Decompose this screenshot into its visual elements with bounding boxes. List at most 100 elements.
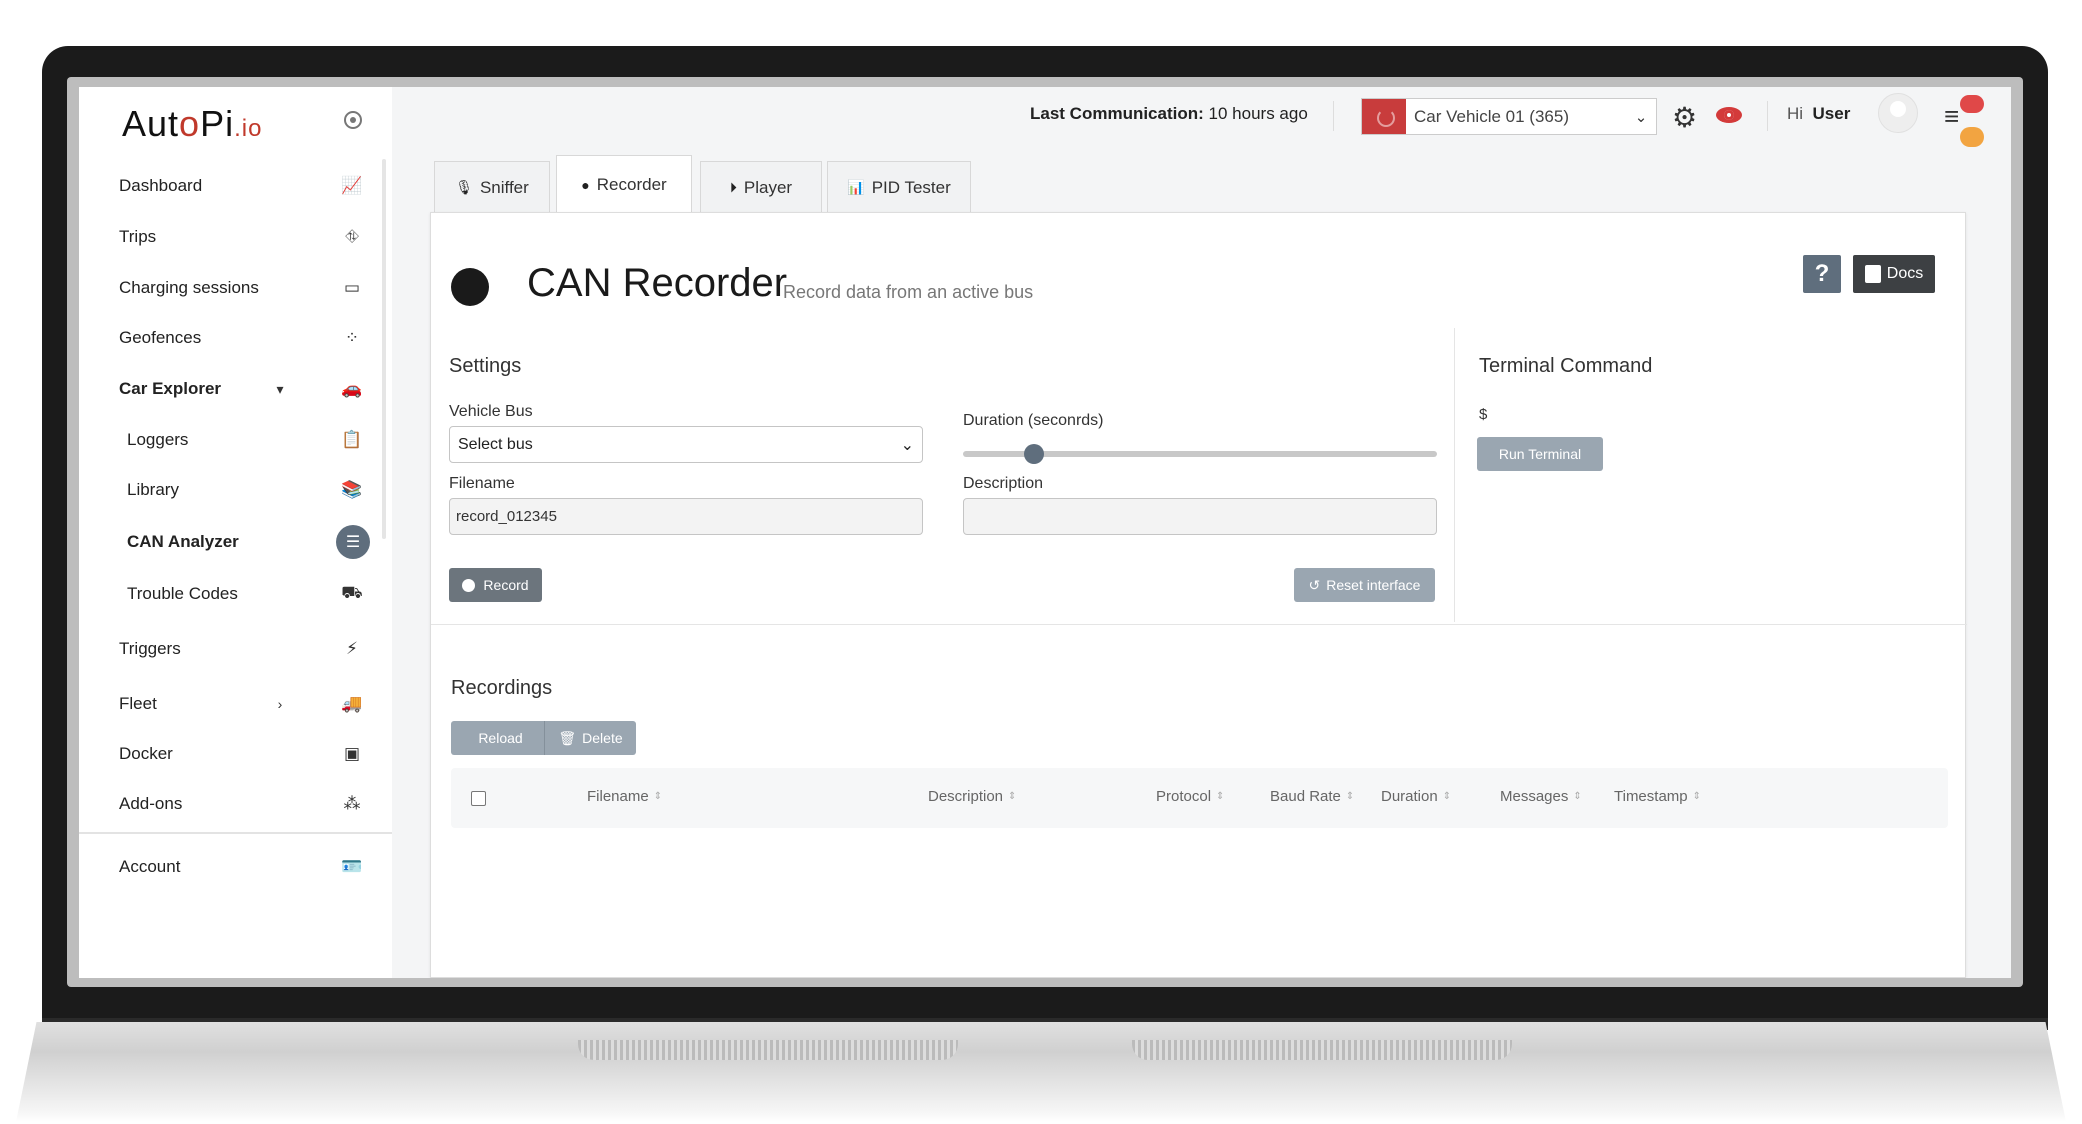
duration-slider-handle[interactable] [1024,444,1045,464]
filename-input[interactable]: record_012345 [449,498,923,535]
book-icon [1864,265,1881,283]
sidebar-item-label: CAN Analyzer [127,532,239,551]
speaker-grille-right [1132,1040,1512,1060]
vehicle-bus-select[interactable]: Select bus ⌄ [449,426,923,463]
sidebar-item-loggers[interactable]: Loggers 📋 [127,420,364,460]
map-marker-icon: ⛗ [345,227,359,246]
recordings-toolbar: Reload 🗑 Delete [451,721,636,755]
sidebar-item-can-analyzer[interactable]: CAN Analyzer ☰ [127,522,370,562]
sort-icon: ⇕ [1216,790,1225,802]
column-baud-rate[interactable]: Baud Rate ⇕ [1270,788,1354,805]
notifications-menu-icon[interactable]: ≡ [1944,101,1959,132]
alert-badge[interactable] [1960,95,1984,113]
download-badge[interactable] [1960,127,1984,147]
sort-icon: ⇕ [1345,790,1355,802]
chart-line-icon: 📈 [341,176,363,195]
sidebar: AutoPi.io Dashboard 📈 Trips ⛗ Charging s… [79,87,392,978]
sidebar-divider [79,832,392,834]
laptop-base [16,1022,2066,1122]
column-label: Duration [1381,788,1438,805]
column-messages[interactable]: Messages ⇕ [1500,788,1582,805]
gear-icon[interactable]: ⚙ [1672,101,1697,134]
sidebar-item-label: Dashboard [119,176,203,195]
avatar[interactable] [1878,93,1918,133]
sidebar-item-geofences[interactable]: Geofences ⁘ [119,318,364,358]
speaker-grille-left [578,1040,958,1060]
reset-button-label: Reset interface [1326,577,1421,593]
reload-label: Reload [478,730,523,746]
duration-label: Duration (seconrds) [963,412,1104,429]
logo-suffix: .io [234,115,263,142]
sidebar-item-add-ons[interactable]: Add-ons ⁂ [119,784,364,824]
tab-recorder[interactable]: ● Recorder [556,155,692,213]
vehicle-selector-value: Car Vehicle 01 (365) [1414,106,1569,126]
column-timestamp[interactable]: Timestamp ⇕ [1614,788,1701,805]
page-title: CAN Recorder [527,261,788,305]
sidebar-item-fleet[interactable]: Fleet › 🚚 [119,684,364,724]
help-button[interactable]: ? [1803,255,1841,293]
tab-pid-tester[interactable]: 📊 PID Tester [827,161,971,213]
sidebar-scrollbar[interactable] [382,159,386,539]
cubes-icon: ⁂ [343,794,361,813]
last-communication-value: 10 hours ago [1208,104,1308,123]
clipboard-icon: 📋 [341,430,363,449]
eye-icon[interactable] [1716,107,1742,123]
sidebar-item-triggers[interactable]: Triggers ⚡ [119,629,364,669]
sort-icon: ⇕ [653,790,663,802]
column-filename[interactable]: Filename ⇕ [587,788,662,805]
sidebar-item-label: Add-ons [119,794,183,813]
column-duration[interactable]: Duration ⇕ [1381,788,1451,805]
reload-button[interactable]: Reload [451,721,544,755]
vehicle-selector[interactable]: Car Vehicle 01 (365) ⌄ [1361,98,1657,135]
sidebar-item-trips[interactable]: Trips ⛗ [119,217,364,257]
sort-icon: ⇕ [1442,790,1452,802]
chevron-down-icon: ▾ [276,380,284,397]
sidebar-item-docker[interactable]: Docker ▣ [119,734,364,774]
sidebar-item-charging-sessions[interactable]: Charging sessions ▭ [119,268,364,308]
reset-interface-button[interactable]: ↺ Reset interface [1294,568,1435,602]
tab-player[interactable]: ⏵ Player [700,161,822,213]
tab-label: Sniffer [479,177,529,197]
column-description[interactable]: Description ⇕ [928,788,1016,805]
run-terminal-button[interactable]: Run Terminal [1477,437,1603,471]
last-communication: Last Communication: 10 hours ago [1030,104,1308,124]
sidebar-item-library[interactable]: Library 📚 [127,470,364,510]
column-label: Baud Rate [1270,788,1341,805]
logo-o: o [179,103,201,144]
autopi-logo[interactable]: AutoPi.io [122,103,262,145]
sidebar-item-label: Account [119,857,181,876]
sidebar-item-label: Trips [119,227,157,246]
record-button[interactable]: Record [449,568,542,602]
library-icon: 📚 [341,480,363,499]
select-all-checkbox[interactable] [471,791,486,806]
id-card-icon: 🪪 [341,857,363,876]
sidebar-item-dashboard[interactable]: Dashboard 📈 [119,166,364,206]
sidebar-item-label: Docker [119,744,173,763]
column-protocol[interactable]: Protocol ⇕ [1156,788,1224,805]
app-window: AutoPi.io Dashboard 📈 Trips ⛗ Charging s… [79,87,2011,978]
delete-button[interactable]: 🗑 Delete [545,721,636,755]
sidebar-item-car-explorer[interactable]: Car Explorer ▾ 🚗 [119,369,364,409]
description-label: Description [963,475,1044,492]
tab-sniffer[interactable]: 🎙 Sniffer [434,161,550,213]
filename-value: record_012345 [456,508,557,525]
sidebar-item-trouble-codes[interactable]: Trouble Codes ⛟ [127,574,364,614]
greeting-text: Hi [1787,104,1804,123]
sort-icon: ⇕ [1008,790,1017,802]
pin-sidebar-icon[interactable] [344,111,362,129]
undo-icon: ↺ [1308,576,1321,593]
docs-button[interactable]: Docs [1853,255,1935,293]
description-input[interactable] [963,498,1437,535]
sort-icon: ⇕ [1573,790,1582,802]
section-divider [431,624,1967,625]
play-circle-icon: ⏵ [729,179,737,195]
delete-label: Delete [582,730,623,746]
sort-icon: ⇕ [1692,790,1702,802]
column-label: Filename [587,788,649,805]
truck-icon: 🚚 [341,694,363,713]
car-crash-icon: ⛟ [341,583,363,602]
sidebar-item-label: Charging sessions [119,278,259,297]
sidebar-item-account[interactable]: Account 🪪 [119,847,364,887]
tab-label: PID Tester [871,177,951,197]
run-terminal-label: Run Terminal [1498,446,1582,462]
